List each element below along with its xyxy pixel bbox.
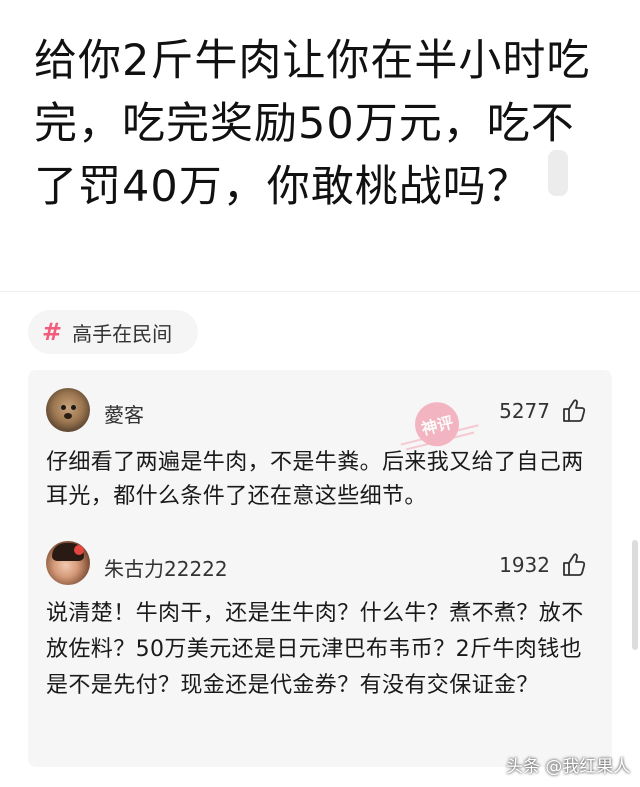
avatar-eye xyxy=(71,405,76,410)
avatar[interactable] xyxy=(46,541,90,585)
question-title: 给你2斤牛肉让你在半小时吃 完，吃完奖励50万元，吃不 了罚40万，你敢桃战吗？ xyxy=(34,30,619,219)
avatar[interactable] xyxy=(46,388,90,432)
like-count: 1932 xyxy=(499,553,550,577)
topic-label: 高手在民间 xyxy=(72,321,173,346)
question-line-2: 完，吃完奖励50万元，吃不 xyxy=(34,99,575,149)
topic-tag[interactable]: # 高手在民间 xyxy=(28,310,198,354)
thumbs-up-icon[interactable] xyxy=(561,552,587,578)
question-card[interactable]: 给你2斤牛肉让你在半小时吃 完，吃完奖励50万元，吃不 了罚40万，你敢桃战吗？ xyxy=(0,0,640,292)
avatar-eye xyxy=(61,405,66,410)
avatar-flower xyxy=(74,545,84,555)
source-watermark: 头条 @我红果人 xyxy=(506,757,631,777)
comment-username[interactable]: 薆客 xyxy=(104,399,144,428)
thumbs-up-icon[interactable] xyxy=(561,398,587,424)
screenshot-page: 给你2斤牛肉让你在半小时吃 完，吃完奖励50万元，吃不 了罚40万，你敢桃战吗？… xyxy=(0,0,640,787)
comment-username[interactable]: 朱古力22222 xyxy=(104,553,228,582)
scrollbar[interactable] xyxy=(632,540,638,650)
comment-text: 说清楚！牛肉干，还是生牛肉？什么牛？煮不煮？放不放佐料？50万美元还是日元津巴布… xyxy=(46,601,584,698)
like-count: 5277 xyxy=(499,399,550,423)
hashtag-icon: # xyxy=(42,318,63,346)
question-line-1: 给你2斤牛肉让你在半小时吃 xyxy=(34,36,591,86)
comment-text: 仔细看了两遍是牛肉，不是牛粪。后来我又给了自己两耳光，都什么条件了还在意这些细节… xyxy=(46,450,584,509)
question-line-3: 了罚40万，你敢桃战吗？ xyxy=(34,162,531,212)
avatar-nose xyxy=(64,413,72,419)
blurred-mark xyxy=(548,150,568,196)
